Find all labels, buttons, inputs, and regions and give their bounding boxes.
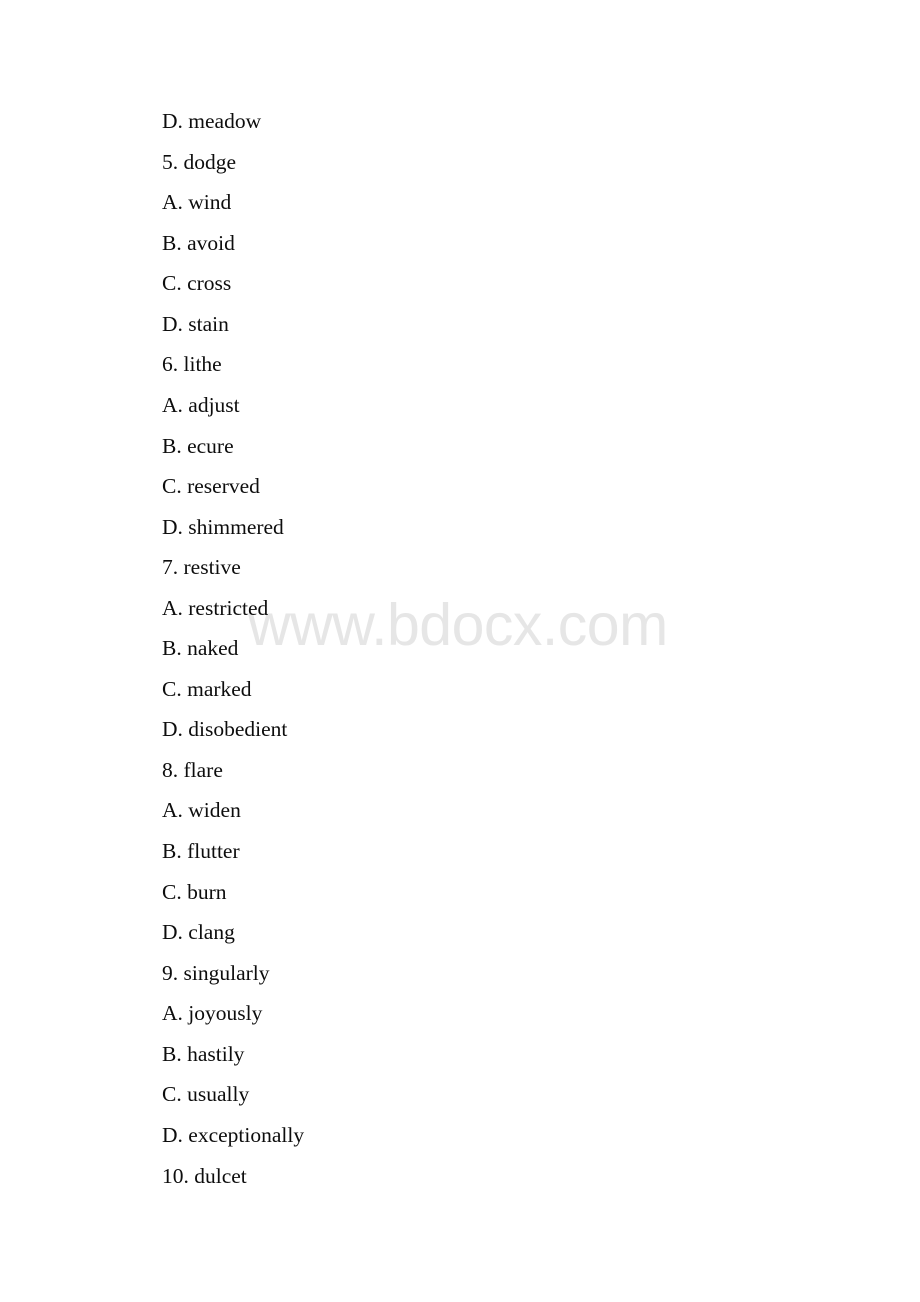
document-text-line: D. clang (162, 920, 235, 944)
document-text-line: B. hastily (162, 1042, 245, 1066)
document-text-line: C. reserved (162, 474, 260, 498)
document-text-line: D. exceptionally (162, 1123, 305, 1147)
document-text-line: C. burn (162, 880, 227, 904)
document-page: www.bdocx.com D. meadow 5. dodge A. wind B.… (0, 0, 920, 1302)
document-text-line: 5. dodge (162, 150, 237, 174)
document-text-line: D. disobedient (162, 717, 288, 741)
document-text-line: D. meadow (162, 109, 262, 133)
document-text-line: B. avoid (162, 231, 235, 255)
document-text-line: C. cross (162, 271, 232, 295)
document-text-line: A. joyously (162, 1001, 263, 1025)
document-text-line: 10. dulcet (162, 1164, 247, 1188)
document-text-line: B. flutter (162, 839, 240, 863)
document-text-line: C. usually (162, 1082, 250, 1106)
document-text-line: A. wind (162, 190, 232, 214)
document-text-line: 9. singularly (162, 961, 270, 985)
document-text-line: 8. flare (162, 758, 223, 782)
document-text-line: A. adjust (162, 393, 240, 417)
site-watermark: www.bdocx.com (248, 592, 668, 658)
document-text-line: B. ecure (162, 434, 234, 458)
document-text-line: 6. lithe (162, 352, 222, 376)
document-text-line: C. marked (162, 677, 252, 701)
document-text-line: D. shimmered (162, 515, 284, 539)
document-text-line: A. widen (162, 798, 241, 822)
document-text-line: D. stain (162, 312, 229, 336)
document-text-line: A. restricted (162, 596, 269, 620)
document-text-line: B. naked (162, 636, 239, 660)
document-text-line: 7. restive (162, 555, 241, 579)
